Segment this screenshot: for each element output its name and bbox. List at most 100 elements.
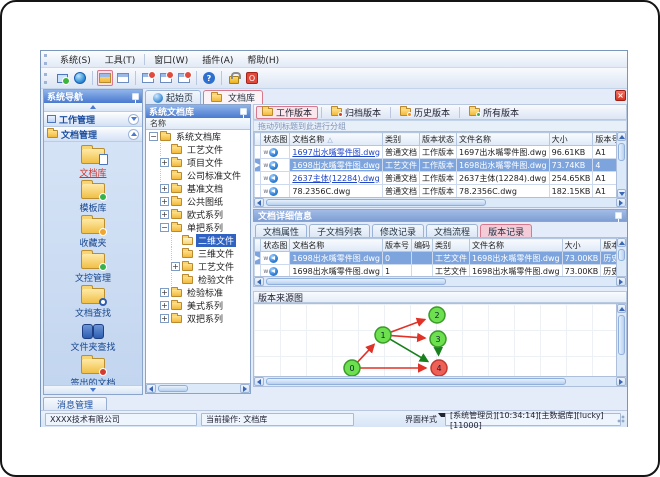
tree-node-三维文件[interactable]: 三维文件 <box>146 247 250 260</box>
pin-icon[interactable] <box>615 212 622 222</box>
menu-item-1[interactable]: 工具(T) <box>98 52 143 67</box>
scroll-left-icon[interactable] <box>254 377 264 386</box>
graph-hscrollbar[interactable] <box>254 376 626 386</box>
column-header-大小[interactable]: 大小 <box>548 132 594 146</box>
scroll-left-icon[interactable] <box>254 198 264 207</box>
sidebar-item-收藏夹[interactable]: 收藏夹 <box>44 214 142 249</box>
column-header-类别[interactable]: 类别 <box>382 132 420 146</box>
column-header-版本状态[interactable]: 版本状态 <box>419 132 457 146</box>
column-header-版本号[interactable]: 版本号 <box>382 238 412 252</box>
interface-style-label[interactable]: 界面样式 <box>401 413 441 426</box>
tree-node-二维文件[interactable]: 二维文件 <box>146 234 250 247</box>
version-button-工作版本[interactable]: 工作版本 <box>256 105 319 119</box>
tree-node-基准文档[interactable]: + 基准文档 <box>146 182 250 195</box>
menu-item-3[interactable]: 插件(A) <box>195 52 240 67</box>
tree-expand-icon[interactable]: + <box>160 210 169 219</box>
tree-expand-icon[interactable]: + <box>160 314 169 323</box>
tree-expand-icon[interactable]: + <box>171 262 180 271</box>
column-header-文件名称[interactable]: 文件名称 <box>456 132 550 146</box>
tree-node-系统文档库[interactable]: − 系统文档库 <box>146 130 250 143</box>
scrollbar-thumb[interactable] <box>618 249 625 261</box>
doc-table-vscrollbar[interactable] <box>616 132 626 198</box>
tree-node-工艺文件[interactable]: + 工艺文件 <box>146 260 250 273</box>
version-button-历史版本[interactable]: 历史版本 <box>394 106 456 119</box>
tree-expand-icon[interactable]: − <box>149 132 158 141</box>
column-header-文件名称[interactable]: 文件名称 <box>469 238 563 252</box>
detail-tab-文档属性[interactable]: 文档属性 <box>255 224 308 238</box>
tree-expand-icon[interactable]: + <box>160 288 169 297</box>
tree-node-美式系列[interactable]: + 美式系列 <box>146 299 250 312</box>
detail-tab-版本记录[interactable]: 版本记录 <box>480 224 533 238</box>
scrollbar-thumb[interactable] <box>266 199 486 206</box>
column-header-文档名称[interactable]: 文档名称 △ <box>289 132 383 146</box>
scroll-right-icon[interactable] <box>616 277 626 286</box>
exit-icon[interactable]: O <box>244 70 260 86</box>
tab-文档库[interactable]: 文档库 <box>203 90 264 104</box>
tree-expand-icon[interactable]: + <box>160 301 169 310</box>
scroll-up-icon[interactable] <box>617 304 626 313</box>
scrollbar-thumb[interactable] <box>618 143 625 161</box>
table-row[interactable]: w 78.2356C.dwg 普通文档 工作版本 78.2356C.dwg 182.15K… <box>254 184 626 198</box>
monitor-icon[interactable] <box>54 70 70 86</box>
help-icon[interactable]: ? <box>201 70 217 86</box>
scroll-left-icon[interactable] <box>146 384 156 393</box>
sidebar-item-签出的文档[interactable]: 签出的文档 <box>44 354 142 389</box>
tree-hscrollbar[interactable] <box>146 383 250 393</box>
table-row[interactable]: w 2637主体(12284).dwg 普通文档 工作版本 2637主体(12284).… <box>254 171 626 185</box>
sidebar-item-文档查找[interactable]: 文档查找 <box>44 284 142 319</box>
tree-node-检验标准[interactable]: + 检验标准 <box>146 286 250 299</box>
window-badge-icon[interactable] <box>140 70 156 86</box>
resize-grip-icon[interactable] <box>615 413 625 426</box>
collapse-button[interactable] <box>128 128 139 140</box>
column-header-类别[interactable]: 类别 <box>432 238 470 252</box>
detail-tab-修改记录[interactable]: 修改记录 <box>372 224 425 238</box>
sidebar-panel-work[interactable]: 工作管理 <box>44 112 142 127</box>
scroll-right-icon[interactable] <box>616 198 626 207</box>
message-management-tab[interactable]: 消息管理 <box>43 397 107 411</box>
menu-item-4[interactable]: 帮助(H) <box>240 52 286 67</box>
detail-tab-子文档列表[interactable]: 子文档列表 <box>309 224 371 238</box>
sidebar-item-文控管理[interactable]: 文控管理 <box>44 249 142 284</box>
window-icon[interactable] <box>115 70 131 86</box>
close-icon[interactable]: × <box>615 90 626 101</box>
version-button-所有版本[interactable]: 所有版本 <box>463 106 525 119</box>
tree-expand-icon[interactable]: + <box>160 158 169 167</box>
sidebar-panel-doc[interactable]: 文档管理 <box>44 127 142 142</box>
drag-handle-icon[interactable] <box>44 53 49 65</box>
doc-table-hscrollbar[interactable] <box>254 197 626 207</box>
tree-expand-icon[interactable]: − <box>160 223 169 232</box>
tree-node-项目文件[interactable]: + 项目文件 <box>146 156 250 169</box>
tree-node-欧式系列[interactable]: + 欧式系列 <box>146 208 250 221</box>
table-row[interactable]: ▶ w 1698出水嘴零件图.dwg 0 工艺文件 1698出水嘴零件图.dwg 73.00… <box>254 251 626 265</box>
menu-item-2[interactable]: 窗口(W) <box>147 52 195 67</box>
lock-icon[interactable] <box>226 70 242 86</box>
style-grid-icon[interactable] <box>389 413 399 426</box>
scroll-up-button[interactable] <box>44 103 142 112</box>
tree-column-header[interactable]: 名称 <box>146 118 250 130</box>
graph-vscrollbar[interactable] <box>616 304 626 386</box>
menu-item-0[interactable]: 系统(S) <box>53 52 98 67</box>
tree-node-双把系列[interactable]: + 双把系列 <box>146 312 250 325</box>
ver-table-hscrollbar[interactable] <box>254 276 626 286</box>
table-row[interactable]: w 1697出水嘴零件图.dwg 普通文档 工作版本 1697出水嘴零件图.dwg 96.… <box>254 145 626 159</box>
scrollbar-thumb[interactable] <box>266 378 566 385</box>
sidebar-item-文档库[interactable]: 文档库 <box>44 144 142 179</box>
scroll-right-icon[interactable] <box>616 377 626 386</box>
version-button-归档版本[interactable]: 归档版本 <box>325 106 387 119</box>
tree-expand-icon[interactable]: + <box>160 184 169 193</box>
tab-起始页[interactable]: 起始页 <box>145 90 202 104</box>
tree-expand-icon[interactable]: + <box>160 197 169 206</box>
column-header-大小[interactable]: 大小 <box>561 238 602 252</box>
window-badge-icon[interactable] <box>158 70 174 86</box>
scroll-up-icon[interactable] <box>617 132 626 141</box>
column-header-状态图[interactable]: 状态图 <box>260 132 291 146</box>
scroll-up-icon[interactable] <box>617 238 626 247</box>
pin-icon[interactable] <box>132 93 139 103</box>
tree-node-公司标准文件[interactable]: 公司标准文件 <box>146 169 250 182</box>
column-header-状态图[interactable]: 状态图 <box>260 238 291 252</box>
scrollbar-thumb[interactable] <box>266 278 446 285</box>
folder-window-icon[interactable] <box>97 70 113 86</box>
scroll-right-icon[interactable] <box>240 384 250 393</box>
tree-node-公共图纸[interactable]: + 公共图纸 <box>146 195 250 208</box>
drag-handle-icon[interactable] <box>44 72 49 84</box>
